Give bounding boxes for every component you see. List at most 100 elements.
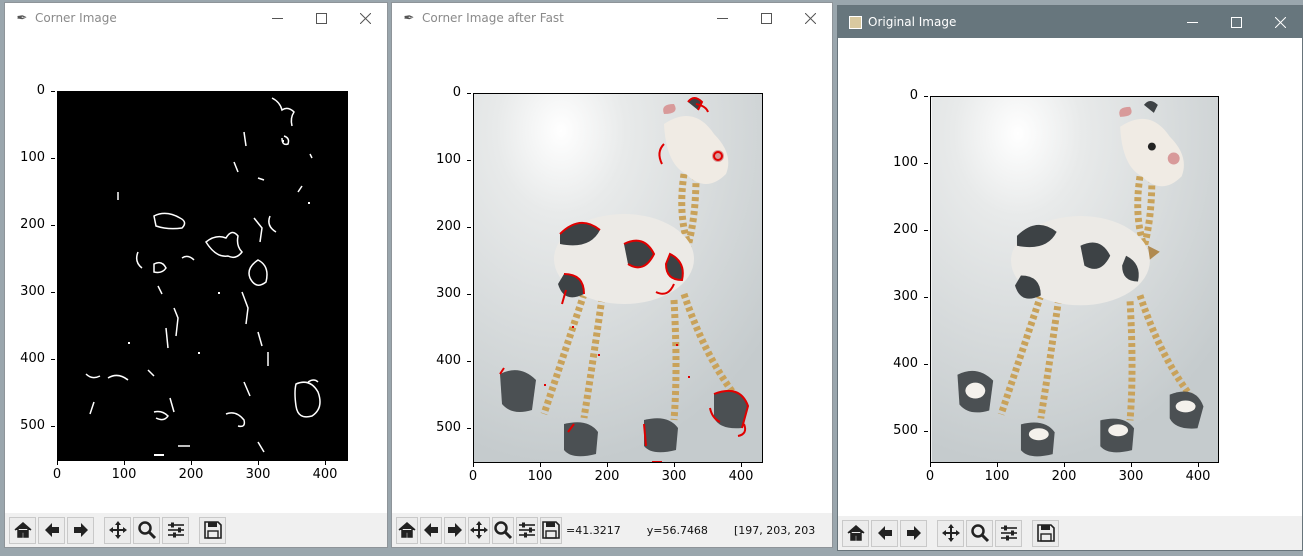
minimize-button[interactable] xyxy=(700,3,744,33)
title-bar[interactable]: ✒ Corner Image after Fast xyxy=(392,3,832,33)
navigation-toolbar xyxy=(5,513,387,547)
pan-button[interactable] xyxy=(468,516,490,544)
save-icon xyxy=(1036,524,1055,542)
x-tick-label: 0 xyxy=(453,463,493,484)
save-button[interactable] xyxy=(199,516,226,544)
back-icon xyxy=(877,526,892,540)
plot-axes[interactable]: 0 100 200 300 400 500 0 100 200 300 400 xyxy=(893,88,1219,484)
feather-icon: ✒ xyxy=(16,10,28,26)
forward-button[interactable] xyxy=(444,516,466,544)
feather-icon: ✒ xyxy=(403,10,415,26)
y-tick-label: 200 xyxy=(878,222,928,237)
maximize-button[interactable] xyxy=(1214,6,1258,38)
cursor-y-readout: y=56.7468 xyxy=(646,523,708,537)
maximize-button[interactable] xyxy=(744,3,788,33)
x-tick-label: 300 xyxy=(654,463,694,484)
x-tick-label: 200 xyxy=(171,461,211,482)
home-button[interactable] xyxy=(9,516,36,544)
minimize-button[interactable] xyxy=(1170,6,1214,38)
configure-subplots-button[interactable] xyxy=(995,519,1022,547)
y-tick-label: 300 xyxy=(5,284,55,299)
y-tick-label: 100 xyxy=(5,150,55,165)
figure-canvas[interactable]: 0 100 200 300 400 500 0 100 200 300 400 xyxy=(5,33,387,515)
x-tick-label: 100 xyxy=(104,461,144,482)
figure-canvas[interactable]: 0 100 200 300 400 500 0 100 200 300 400 xyxy=(838,38,1302,518)
home-button[interactable] xyxy=(396,516,418,544)
fast-corner-window: ✒ Corner Image after Fast 0 100 200 300 … xyxy=(391,2,833,548)
pan-button[interactable] xyxy=(104,516,131,544)
configure-icon xyxy=(167,522,184,538)
y-tick-label: 0 xyxy=(421,85,471,100)
forward-icon xyxy=(906,526,921,540)
x-tick-label: 100 xyxy=(520,463,560,484)
home-icon xyxy=(847,525,864,541)
zoom-button[interactable] xyxy=(492,516,514,544)
forward-icon xyxy=(73,523,88,537)
pan-button[interactable] xyxy=(937,519,964,547)
window-title: Original Image xyxy=(868,15,957,29)
zoom-icon xyxy=(494,521,513,540)
minimize-button[interactable] xyxy=(255,3,299,33)
pan-icon xyxy=(470,521,488,539)
pan-icon xyxy=(941,524,960,542)
y-tick-label: 500 xyxy=(878,423,928,438)
x-tick-label: 400 xyxy=(1178,463,1218,484)
configure-subplots-button[interactable] xyxy=(516,516,538,544)
y-tick-label: 400 xyxy=(421,353,471,368)
maximize-button[interactable] xyxy=(299,3,343,33)
y-tick-label: 500 xyxy=(5,418,55,433)
corner-edge-image xyxy=(57,91,348,461)
zoom-icon xyxy=(970,524,989,543)
close-button[interactable] xyxy=(1258,6,1302,38)
back-button[interactable] xyxy=(871,519,898,547)
y-tick-label: 400 xyxy=(5,351,55,366)
x-tick-label: 400 xyxy=(305,461,345,482)
cursor-status: =41.3217 y=56.7468 [197, 203, 203 xyxy=(566,523,832,537)
home-button[interactable] xyxy=(842,519,869,547)
configure-icon xyxy=(519,522,535,538)
y-tick-label: 100 xyxy=(421,152,471,167)
zoom-icon xyxy=(137,521,156,540)
zoom-button[interactable] xyxy=(966,519,993,547)
forward-button[interactable] xyxy=(67,516,94,544)
figure-canvas[interactable]: 0 100 200 300 400 500 0 100 200 300 400 xyxy=(392,33,832,515)
plot-axes[interactable]: 0 100 200 300 400 500 0 100 200 300 400 xyxy=(436,85,763,484)
back-button[interactable] xyxy=(420,516,442,544)
y-tick-label: 500 xyxy=(421,420,471,435)
forward-button[interactable] xyxy=(900,519,927,547)
x-tick-label: 0 xyxy=(910,463,950,484)
y-tick-label: 300 xyxy=(421,286,471,301)
x-tick-label: 200 xyxy=(1044,463,1084,484)
cursor-x-readout: =41.3217 xyxy=(566,523,621,537)
zoom-button[interactable] xyxy=(133,516,160,544)
y-tick-label: 100 xyxy=(878,155,928,170)
title-bar[interactable]: Original Image xyxy=(838,6,1302,38)
y-tick-label: 200 xyxy=(5,217,55,232)
window-title: Corner Image xyxy=(35,11,117,25)
x-tick-label: 0 xyxy=(37,461,77,482)
fast-keypoints-image xyxy=(473,93,763,463)
pixel-value-readout: [197, 203, 203 xyxy=(733,523,816,537)
window-title: Corner Image after Fast xyxy=(422,11,564,25)
home-icon xyxy=(398,522,416,538)
save-icon xyxy=(542,521,560,539)
configure-subplots-button[interactable] xyxy=(162,516,189,544)
python-figure-icon xyxy=(842,14,868,31)
back-icon xyxy=(44,523,59,537)
x-tick-label: 200 xyxy=(587,463,627,484)
close-button[interactable] xyxy=(788,3,832,33)
original-image-window: Original Image 0 100 200 300 400 500 0 1… xyxy=(837,5,1303,551)
title-bar[interactable]: ✒ Corner Image xyxy=(5,3,387,33)
back-button[interactable] xyxy=(38,516,65,544)
x-tick-label: 400 xyxy=(721,463,761,484)
save-button[interactable] xyxy=(1032,519,1059,547)
original-cow-image xyxy=(930,96,1219,463)
y-tick-label: 200 xyxy=(421,219,471,234)
navigation-toolbar: =41.3217 y=56.7468 [197, 203, 203 xyxy=(392,513,832,547)
plot-axes[interactable]: 0 100 200 300 400 500 0 100 200 300 400 xyxy=(20,83,348,482)
save-button[interactable] xyxy=(540,516,562,544)
x-tick-label: 300 xyxy=(238,461,278,482)
y-tick-label: 400 xyxy=(878,356,928,371)
navigation-toolbar xyxy=(838,516,1302,550)
close-button[interactable] xyxy=(343,3,387,33)
